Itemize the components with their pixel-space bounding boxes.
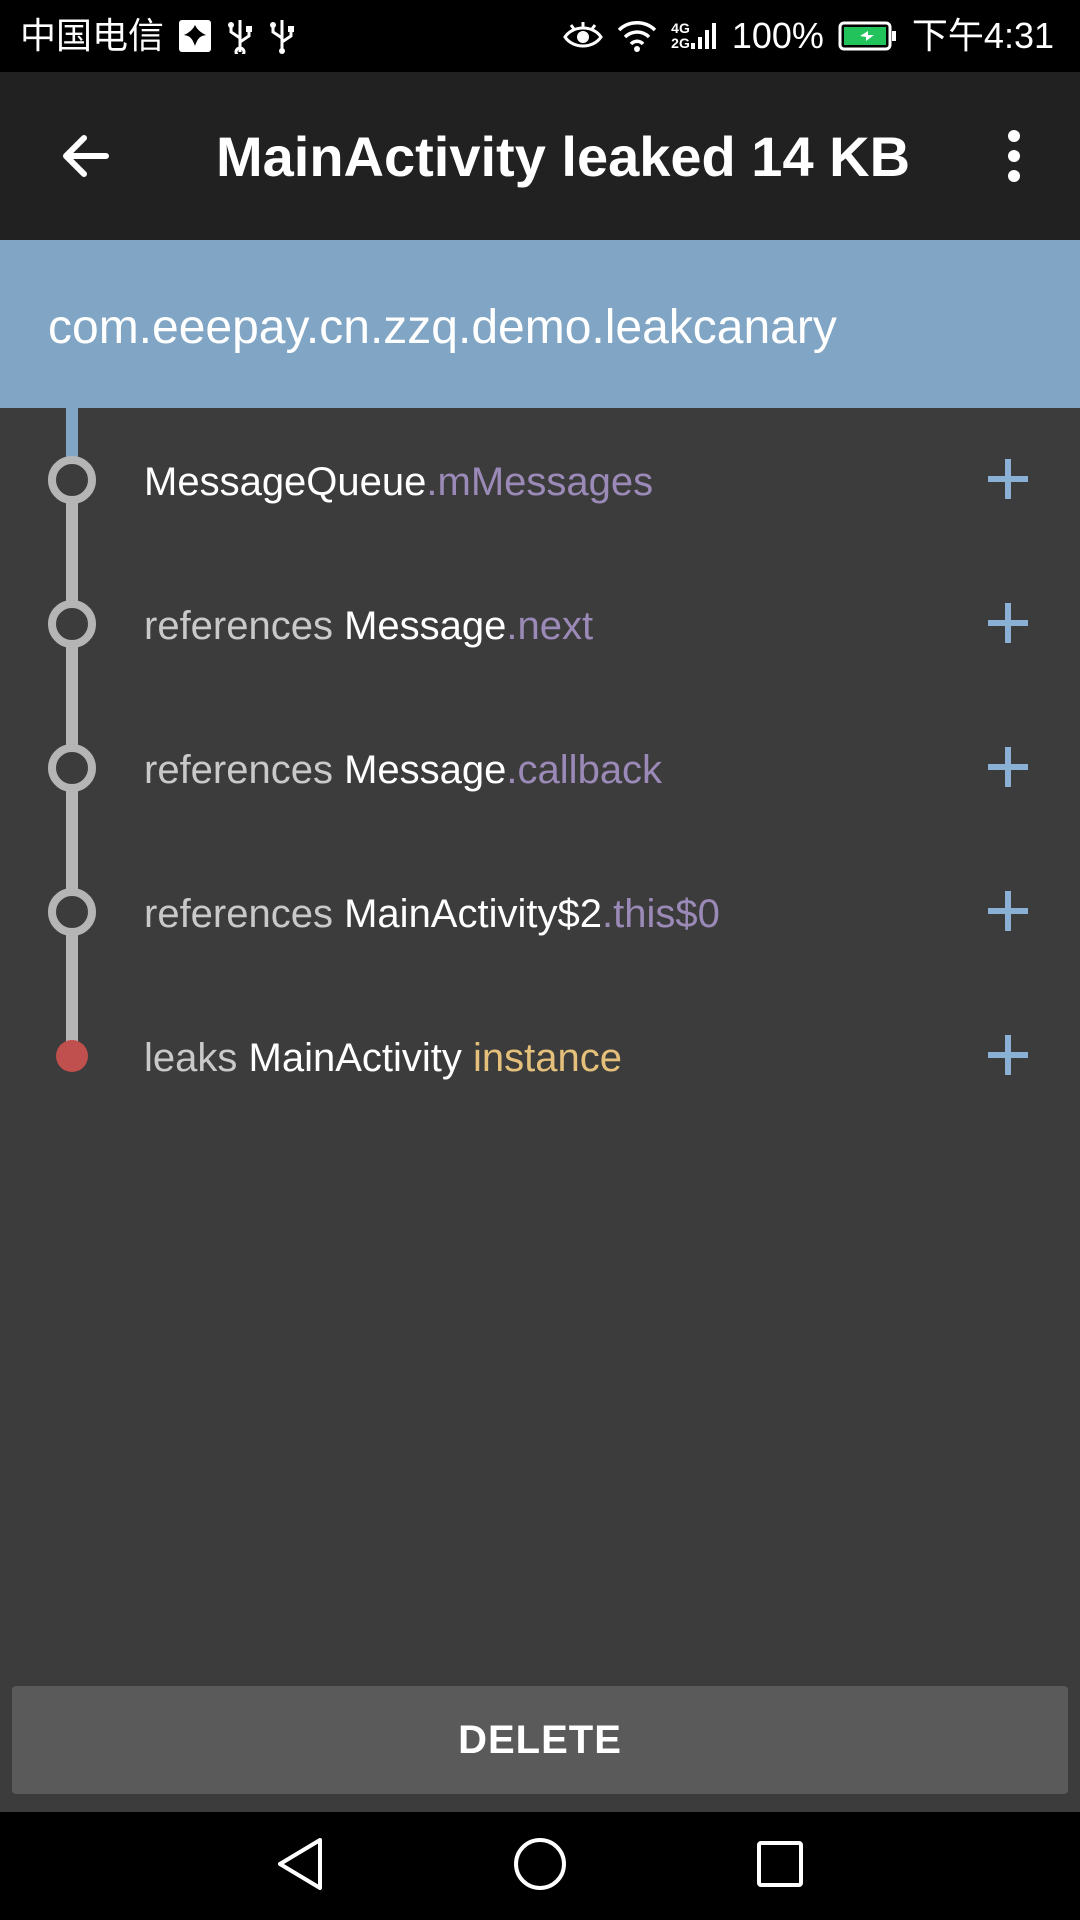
trace-row[interactable]: references Message.callback <box>0 696 1080 840</box>
battery-icon <box>838 21 898 51</box>
trace-field: next <box>517 604 594 648</box>
trace-class: MessageQueue <box>144 460 427 504</box>
more-vert-icon <box>1004 129 1024 187</box>
trace-prefix: references <box>144 892 345 936</box>
trace-text: references Message.callback <box>144 746 662 794</box>
trace-prefix: leaks <box>144 1036 249 1080</box>
trace-field: callback <box>517 748 663 792</box>
status-bar: 中国电信 4G 2G 100% 下午4:31 <box>0 0 1080 72</box>
expand-plus-icon[interactable] <box>988 454 1040 506</box>
wifi-icon <box>617 20 657 52</box>
trace-node <box>48 744 96 792</box>
overflow-menu-button[interactable] <box>974 118 1054 198</box>
huawei-icon <box>178 19 212 53</box>
network-4g-label: 4G <box>671 20 690 37</box>
expand-plus-icon[interactable] <box>988 598 1040 650</box>
signal-icon: 4G 2G <box>671 21 718 51</box>
trace-class: MainActivity <box>248 1036 462 1080</box>
status-left: 中国电信 <box>20 18 296 54</box>
trace-sep <box>462 1036 473 1080</box>
usb-icon <box>268 18 296 54</box>
trace-row[interactable]: references MainActivity$2.this$0 <box>0 840 1080 984</box>
trace-text: references Message.next <box>144 602 593 650</box>
trace-node <box>48 456 96 504</box>
delete-button[interactable]: DELETE <box>12 1686 1068 1794</box>
eye-icon <box>563 21 603 51</box>
battery-percent: 100% <box>731 15 824 56</box>
status-right: 4G 2G 100% 下午4:31 <box>563 18 1054 54</box>
trace-sep: . <box>426 460 438 504</box>
carrier-label: 中国电信 <box>20 15 165 56</box>
trace-sep: . <box>601 892 614 936</box>
expand-plus-icon[interactable] <box>988 886 1040 938</box>
trace-prefix: references <box>144 748 345 792</box>
trace-class: Message <box>344 748 507 792</box>
back-button[interactable] <box>44 118 124 198</box>
expand-plus-icon[interactable] <box>988 742 1040 794</box>
nav-back-button[interactable] <box>268 1834 332 1898</box>
trace-text: leaks MainActivity instance <box>144 1034 622 1082</box>
package-name: com.eeepay.cn.zzq.demo.leakcanary <box>48 301 837 354</box>
expand-plus-icon[interactable] <box>988 1030 1040 1082</box>
trace-sep: . <box>506 604 518 648</box>
page-title: MainActivity leaked 14 KB <box>216 125 911 188</box>
trace-class: MainActivity$2 <box>344 892 602 936</box>
trace-row[interactable]: references Message.next <box>0 552 1080 696</box>
usb-icon <box>226 18 254 54</box>
trace-row[interactable]: leaks MainActivity instance <box>0 984 1080 1128</box>
clock: 下午4:31 <box>911 15 1054 56</box>
trace-instance: instance <box>473 1036 622 1080</box>
nav-home-button[interactable] <box>508 1834 572 1898</box>
trace-text: MessageQueue.mMessages <box>144 458 653 506</box>
trace-field: mMessages <box>437 460 654 504</box>
package-header: com.eeepay.cn.zzq.demo.leakcanary <box>0 240 1080 408</box>
recents-square-icon <box>755 1839 805 1894</box>
network-2g-label: 2G <box>671 35 690 51</box>
trace-row[interactable]: MessageQueue.mMessages <box>0 408 1080 552</box>
trace-field: this$0 <box>613 892 720 936</box>
trace-class: Message <box>344 604 507 648</box>
trace-node <box>48 600 96 648</box>
arrow-back-icon <box>58 130 110 187</box>
nav-recents-button[interactable] <box>748 1834 812 1898</box>
back-triangle-icon <box>274 1836 326 1897</box>
trace-node <box>48 888 96 936</box>
leak-node <box>56 1040 88 1072</box>
home-circle-icon <box>512 1836 568 1897</box>
navigation-bar <box>0 1812 1080 1920</box>
trace-sep: . <box>506 748 518 792</box>
app-bar: MainActivity leaked 14 KB <box>0 72 1080 240</box>
trace-prefix: references <box>144 604 345 648</box>
trace-text: references MainActivity$2.this$0 <box>144 890 720 938</box>
